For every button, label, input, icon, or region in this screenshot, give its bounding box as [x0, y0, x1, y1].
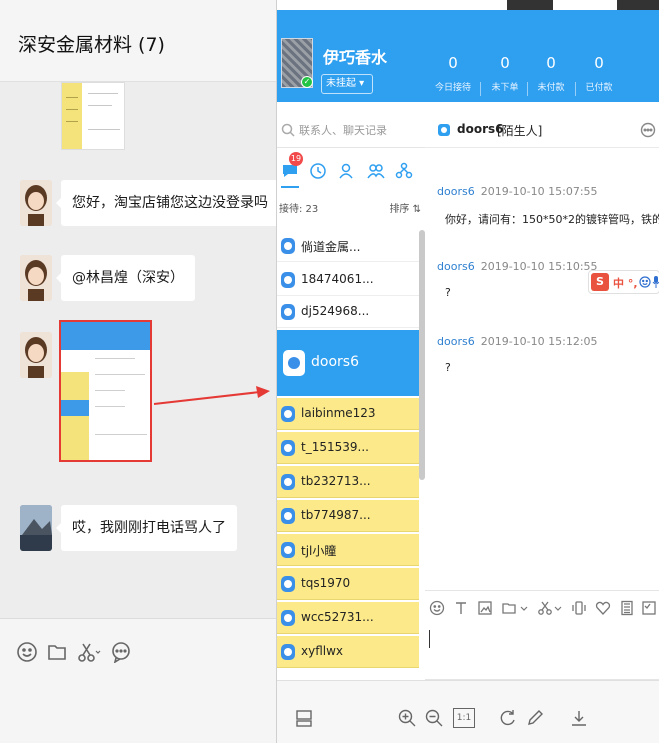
- contact-search[interactable]: 联系人、聊天记录: [277, 112, 425, 148]
- avatar[interactable]: [20, 255, 52, 301]
- contact-avatar-icon: [281, 304, 295, 320]
- pen-icon[interactable]: [525, 708, 545, 728]
- group-title: 深安金属材料 (7): [18, 34, 165, 56]
- contact-item[interactable]: tjl小瞳: [277, 534, 419, 566]
- contact-item[interactable]: wcc52731...: [277, 602, 419, 634]
- rotate-icon[interactable]: [498, 708, 518, 728]
- status-dropdown[interactable]: 未挂起 ▾: [321, 74, 373, 94]
- message-editor[interactable]: [425, 624, 659, 680]
- contact-avatar-icon: [281, 272, 295, 288]
- contact-tab-icon[interactable]: [337, 162, 355, 180]
- contact-item-selected[interactable]: doors6: [277, 330, 419, 396]
- stat-unpaid[interactable]: 0 未付款: [525, 54, 577, 93]
- stat-no-order[interactable]: 0 未下单: [479, 54, 531, 93]
- clock-tab-icon[interactable]: [309, 162, 327, 180]
- contact-avatar-icon: [281, 238, 295, 254]
- chat-bubble-icon[interactable]: [110, 641, 132, 664]
- contact-avatar-icon: [281, 542, 295, 558]
- contact-item[interactable]: 倘道金属...: [277, 230, 419, 262]
- contact-avatar-icon: [281, 576, 295, 592]
- chevron-down-icon[interactable]: [519, 600, 529, 616]
- microphone-icon: [652, 275, 659, 289]
- actual-size-button[interactable]: 1:1: [453, 708, 475, 728]
- folder-icon[interactable]: [46, 641, 68, 663]
- contact-avatar-icon: [437, 122, 451, 136]
- contact-item[interactable]: tqs1970: [277, 568, 419, 600]
- avatar[interactable]: [20, 332, 52, 378]
- ime-mode: 中 °,: [613, 277, 638, 290]
- zoom-out-icon[interactable]: [424, 708, 444, 728]
- contact-list-scrollbar[interactable]: [419, 230, 425, 480]
- scissors-icon[interactable]: [76, 641, 102, 663]
- download-icon[interactable]: [569, 708, 589, 728]
- search-placeholder: 联系人、聊天记录: [299, 124, 387, 137]
- group-tab-icon[interactable]: [367, 162, 385, 180]
- ime-toolbar[interactable]: S 中 °,: [588, 270, 659, 294]
- zoom-in-icon[interactable]: [397, 708, 417, 728]
- contact-item[interactable]: laibinme123: [277, 398, 419, 430]
- reception-count: 接待: 23: [279, 204, 319, 215]
- emoji-icon[interactable]: [429, 600, 445, 616]
- calculator-icon[interactable]: [619, 600, 635, 616]
- shop-name: 伊巧香水: [323, 48, 388, 67]
- contact-avatar-icon: [281, 406, 295, 422]
- chevron-down-icon[interactable]: [553, 600, 563, 616]
- vibrate-icon[interactable]: [571, 600, 587, 616]
- contact-avatar-icon: [281, 610, 295, 626]
- contact-item[interactable]: xyfllwx: [277, 636, 419, 668]
- chat-message: doors6 2019-10-10 15:12:05 ?: [437, 335, 598, 374]
- screenshot-thumbnail-top[interactable]: [61, 82, 125, 150]
- screen: 深安金属材料 (7) 您好，淘宝店铺您这边没登录吗 @林昌煌（深安） 哎，我刚刚…: [0, 0, 659, 743]
- chat-more-icon[interactable]: [640, 122, 656, 138]
- emoji-icon[interactable]: [16, 641, 38, 663]
- message-bubble: 您好，淘宝店铺您这边没登录吗: [56, 180, 279, 226]
- chat-header: doors6 [陌生人]: [425, 112, 659, 148]
- editor-toolbar: [425, 590, 659, 624]
- sogou-ime-icon: S: [591, 273, 609, 291]
- stat-today-reception[interactable]: 0 今日接待: [427, 54, 479, 93]
- layout-icon[interactable]: [294, 708, 314, 728]
- font-icon[interactable]: [453, 600, 469, 616]
- stat-paid[interactable]: 0 已付款: [573, 54, 625, 93]
- message-input-bar[interactable]: [0, 618, 276, 743]
- checklist-icon[interactable]: [641, 600, 657, 616]
- workbench-header: ✓ 伊巧香水 未挂起 ▾ 0 今日接待 0 未下单 0 未付款 0 已付款: [277, 10, 659, 102]
- avatar[interactable]: [20, 180, 52, 226]
- emoji-icon: [639, 276, 651, 288]
- contact-item[interactable]: tb774987...: [277, 500, 419, 532]
- contact-avatar-icon: [283, 350, 305, 376]
- chat-contact-status: [陌生人]: [497, 124, 543, 138]
- contact-item[interactable]: tb232713...: [277, 466, 419, 498]
- sort-button[interactable]: 排序 ⇅: [389, 200, 421, 215]
- wechat-group-chat: 深安金属材料 (7) 您好，淘宝店铺您这边没登录吗 @林昌煌（深安） 哎，我刚刚…: [0, 0, 279, 743]
- screenshot-thumbnail-highlighted[interactable]: [59, 320, 152, 462]
- contact-item[interactable]: 18474061...: [277, 264, 419, 296]
- contact-item[interactable]: dj524968...: [277, 296, 419, 328]
- contact-avatar-icon: [281, 474, 295, 490]
- chat-message: doors6 2019-10-10 15:10:55 ?: [437, 260, 598, 299]
- chat-title-bar: 深安金属材料 (7): [0, 0, 276, 82]
- online-status-icon: ✓: [301, 76, 313, 88]
- contact-item[interactable]: t_151539...: [277, 432, 419, 464]
- sort-bar: 接待: 23 排序 ⇅: [277, 194, 425, 218]
- file-icon[interactable]: [501, 600, 517, 616]
- image-icon[interactable]: [477, 600, 493, 616]
- team-tab-icon[interactable]: [395, 162, 413, 180]
- unread-badge: 19: [289, 152, 303, 166]
- chat-message: doors6 2019-10-10 15:07:55 你好，请问有：150*50*…: [437, 185, 659, 226]
- search-icon: [281, 122, 295, 137]
- contact-avatar-icon: [281, 508, 295, 524]
- avatar[interactable]: [20, 505, 52, 551]
- annotation-arrow: [153, 386, 270, 405]
- message-bubble: @林昌煌（深安）: [56, 255, 195, 301]
- contact-avatar-icon: [281, 644, 295, 660]
- heart-icon[interactable]: [595, 600, 611, 616]
- contact-avatar-icon: [281, 440, 295, 456]
- scissors-icon[interactable]: [537, 600, 553, 616]
- message-bubble: 哎，我刚刚打电话骂人了: [56, 505, 237, 551]
- qianniu-workbench: ✓ 伊巧香水 未挂起 ▾ 0 今日接待 0 未下单 0 未付款 0 已付款 联系…: [276, 0, 659, 743]
